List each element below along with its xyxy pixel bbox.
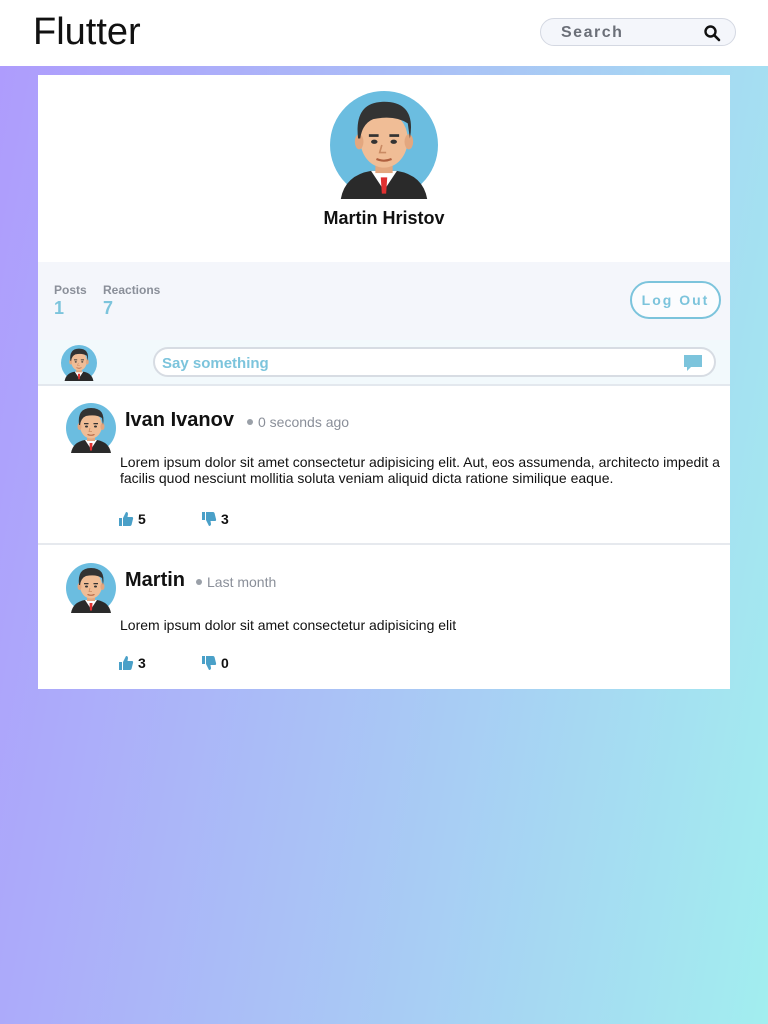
thumbs-down-icon xyxy=(202,512,217,526)
dislike-button[interactable]: 0 xyxy=(201,655,229,671)
post-author-avatar xyxy=(66,563,116,613)
chat-bubble-icon[interactable] xyxy=(683,354,703,372)
post-card: Martin Last month Lorem ipsum dolor sit … xyxy=(38,547,730,689)
post-card: Ivan Ivanov 0 seconds ago Lorem ipsum do… xyxy=(38,387,730,545)
dislike-count: 3 xyxy=(221,511,229,527)
post-timestamp: Last month xyxy=(196,574,276,590)
post-time: Last month xyxy=(207,574,277,590)
profile-card: Martin Hristov Posts 1 Reactions 7 Log O… xyxy=(38,75,730,689)
profile-name: Martin Hristov xyxy=(323,208,445,228)
search-box[interactable] xyxy=(540,18,736,46)
profile-avatar xyxy=(330,91,438,199)
like-button[interactable]: 3 xyxy=(118,655,146,671)
like-count: 5 xyxy=(138,511,146,527)
post-composer xyxy=(38,340,730,386)
post-author-avatar xyxy=(66,403,116,453)
like-count: 3 xyxy=(138,655,146,671)
stat-reactions: Reactions 7 xyxy=(103,283,160,319)
post-time: 0 seconds ago xyxy=(258,414,350,430)
post-timestamp: 0 seconds ago xyxy=(247,414,349,430)
composer-input[interactable] xyxy=(162,353,662,373)
stat-posts-label: Posts xyxy=(54,283,87,297)
post-body: Lorem ipsum dolor sit amet consectetur a… xyxy=(120,454,720,486)
stats-bar: Posts 1 Reactions 7 Log Out xyxy=(38,262,730,340)
post-author: Ivan Ivanov xyxy=(125,409,234,431)
composer-avatar xyxy=(61,345,97,381)
bullet-dot-icon xyxy=(247,419,253,426)
search-icon[interactable] xyxy=(703,24,721,42)
thumbs-up-icon xyxy=(119,512,134,526)
like-button[interactable]: 5 xyxy=(118,511,146,527)
search-input[interactable] xyxy=(561,23,701,43)
stat-reactions-label: Reactions xyxy=(103,283,161,297)
thumbs-up-icon xyxy=(119,656,134,670)
post-body: Lorem ipsum dolor sit amet consectetur a… xyxy=(120,617,457,633)
app-title: Flutter xyxy=(33,11,141,53)
stat-reactions-value: 7 xyxy=(103,298,114,318)
dislike-button[interactable]: 3 xyxy=(201,511,229,527)
top-bar: Flutter xyxy=(0,0,768,66)
composer-field[interactable] xyxy=(153,347,716,377)
dislike-count: 0 xyxy=(221,655,229,671)
thumbs-down-icon xyxy=(202,656,217,670)
stat-posts-value: 1 xyxy=(54,298,65,318)
bullet-dot-icon xyxy=(196,579,202,586)
post-author: Martin xyxy=(125,569,185,591)
logout-button[interactable]: Log Out xyxy=(630,281,721,319)
stat-posts: Posts 1 xyxy=(54,283,87,319)
